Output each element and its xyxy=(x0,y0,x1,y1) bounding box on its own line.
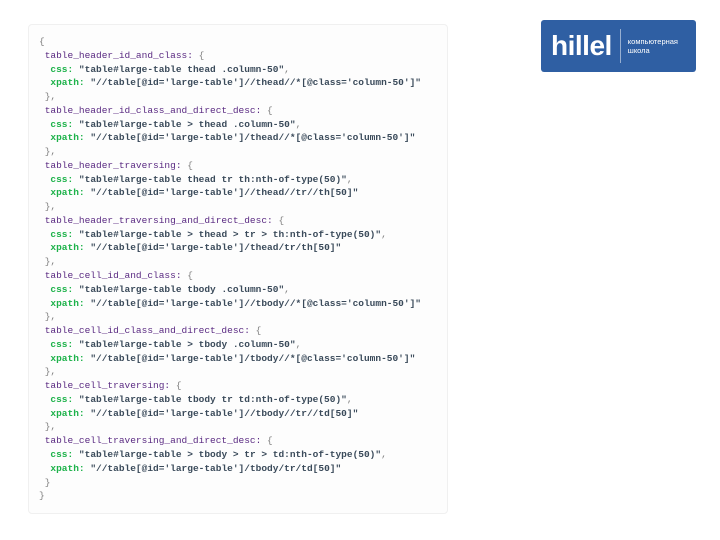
code-block: { table_header_id_and_class: { css: "tab… xyxy=(28,24,448,514)
logo-word: hillel xyxy=(551,30,612,62)
logo-subtitle: компьютернаяшкола xyxy=(628,37,678,55)
brand-logo: hillel компьютернаяшкола xyxy=(541,20,696,72)
logo-divider xyxy=(620,29,621,63)
